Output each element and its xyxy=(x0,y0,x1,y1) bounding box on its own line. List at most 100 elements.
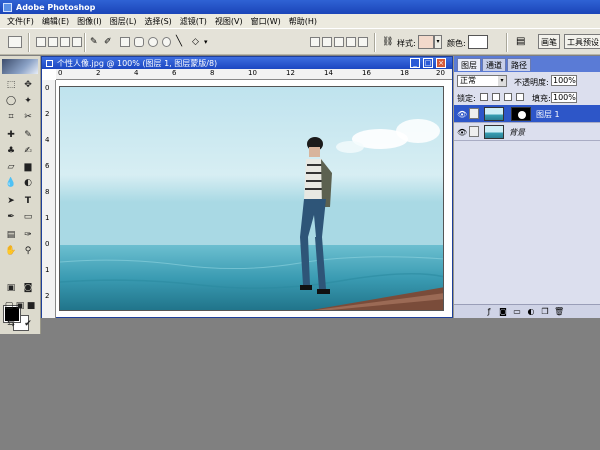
shape-tool-icon[interactable]: ▭ xyxy=(21,210,35,224)
standard-mode-icon[interactable]: ▣ xyxy=(4,281,18,295)
minimize-icon[interactable]: _ xyxy=(410,58,420,68)
rounded-rectangle-icon[interactable] xyxy=(134,37,144,47)
ruler-number: 6 xyxy=(45,162,50,170)
adjustment-layer-icon[interactable]: ◐ xyxy=(526,307,536,317)
ellipse-shape-icon[interactable] xyxy=(148,37,158,47)
blend-mode-select[interactable]: 正常 ▾ xyxy=(457,75,507,87)
clone-stamp-icon[interactable]: ♣ xyxy=(4,144,18,158)
crop-tool-icon[interactable]: ⌗ xyxy=(4,110,18,124)
menu-select[interactable]: 选择(S) xyxy=(140,16,175,27)
palette-well: 画笔 工具预设 xyxy=(534,34,600,49)
tool-preset-picker[interactable] xyxy=(8,36,22,48)
add-mask-icon[interactable]: ◙ xyxy=(498,307,508,317)
layer-row-background[interactable]: 👁 背景 xyxy=(454,123,600,141)
maximize-icon[interactable]: □ xyxy=(423,58,433,68)
menu-view[interactable]: 视图(V) xyxy=(211,16,247,27)
history-brush-icon[interactable]: ✍ xyxy=(21,144,35,158)
line-shape-icon[interactable]: ╲ xyxy=(176,37,186,47)
menu-help[interactable]: 帮助(H) xyxy=(285,16,321,27)
lock-transparency-icon[interactable] xyxy=(480,93,488,101)
hand-tool-icon[interactable]: ✋ xyxy=(4,244,18,258)
document-titlebar[interactable]: 个性人像.jpg @ 100% (图层 1, 图层蒙版/8) xyxy=(42,57,452,69)
options-divider xyxy=(84,33,86,52)
eraser-tool-icon[interactable]: ▱ xyxy=(4,160,18,174)
new-set-icon[interactable]: ▭ xyxy=(512,307,522,317)
tab-paths[interactable]: 路径 xyxy=(507,58,531,71)
tab-layers[interactable]: 图层 xyxy=(457,58,481,71)
brush-tool-icon[interactable]: ✎ xyxy=(21,128,35,142)
rectangle-shape-icon[interactable] xyxy=(120,37,130,47)
portrait-photo xyxy=(60,87,443,310)
marquee-tool-icon[interactable]: ⬚ xyxy=(4,78,18,92)
layer-style-icon[interactable]: ƒ xyxy=(484,307,494,317)
menu-image[interactable]: 图像(I) xyxy=(73,16,106,27)
menu-layer[interactable]: 图层(L) xyxy=(106,16,141,27)
eye-icon[interactable]: 👁 xyxy=(457,128,467,137)
link-icon[interactable]: ⛓ xyxy=(382,37,393,47)
freeform-pen-icon[interactable]: ✐ xyxy=(104,37,114,47)
style-dropdown-icon[interactable]: ▾ xyxy=(434,35,442,49)
shape-combine-exclude-icon[interactable] xyxy=(346,37,356,47)
check-icon[interactable]: ✔ xyxy=(21,317,35,331)
selection-subtract-icon[interactable] xyxy=(60,37,70,47)
canvas-area[interactable] xyxy=(57,81,452,317)
healing-brush-icon[interactable]: ✚ xyxy=(4,128,18,142)
opacity-field[interactable]: 100% xyxy=(551,75,577,86)
move-tool-icon[interactable]: ✥ xyxy=(21,78,35,92)
chevron-down-icon[interactable]: ▾ xyxy=(204,37,214,47)
eyedropper-icon[interactable]: ✑ xyxy=(21,228,35,242)
dodge-tool-icon[interactable]: ◐ xyxy=(21,176,35,190)
fill-label: 填充: xyxy=(532,94,551,103)
new-layer-icon[interactable]: ❐ xyxy=(540,307,550,317)
menu-window[interactable]: 窗口(W) xyxy=(247,16,285,27)
shape-combine-icon[interactable] xyxy=(358,37,368,47)
feather-logo xyxy=(2,59,38,74)
vertical-ruler: 0 2 4 6 8 1 0 1 2 xyxy=(42,80,56,318)
shape-combine-subtract-icon[interactable] xyxy=(322,37,332,47)
menu-edit[interactable]: 编辑(E) xyxy=(38,16,73,27)
tool-presets-tab[interactable]: 工具预设 xyxy=(564,34,600,49)
close-icon[interactable]: × xyxy=(436,58,446,68)
quick-mask-icon[interactable]: ◙ xyxy=(21,281,35,295)
style-swatch[interactable] xyxy=(418,35,434,49)
shape-combine-intersect-icon[interactable] xyxy=(334,37,344,47)
lock-pixels-icon[interactable] xyxy=(492,93,500,101)
color-label: 颜色: xyxy=(447,39,466,48)
zoom-tool-icon[interactable]: ⚲ xyxy=(21,244,35,258)
lock-all-icon[interactable] xyxy=(516,93,524,101)
polygon-shape-icon[interactable] xyxy=(162,37,171,47)
fill-field[interactable]: 100% xyxy=(551,92,577,103)
lasso-tool-icon[interactable]: ◯ xyxy=(4,94,18,108)
pen-tool-icon[interactable]: ✎ xyxy=(90,37,100,47)
trash-icon[interactable]: 🗑 xyxy=(554,307,564,317)
lock-position-icon[interactable] xyxy=(504,93,512,101)
magic-wand-icon[interactable]: ✦ xyxy=(21,94,35,108)
custom-shape-icon[interactable]: ◇ xyxy=(192,37,202,47)
shape-combine-add-icon[interactable] xyxy=(310,37,320,47)
path-selection-icon[interactable]: ➤ xyxy=(4,194,18,208)
app-titlebar: Adobe Photoshop xyxy=(0,0,600,14)
slice-tool-icon[interactable]: ✂ xyxy=(21,110,35,124)
ruler-number: 1 xyxy=(45,266,50,274)
brushes-tab[interactable]: 画笔 xyxy=(538,34,560,49)
gradient-tool-icon[interactable]: ▆ xyxy=(21,160,35,174)
screen-mode-full-icon[interactable]: ■ xyxy=(24,299,38,313)
eye-icon[interactable]: 👁 xyxy=(457,110,467,119)
layer-mask-thumbnail[interactable] xyxy=(511,107,531,121)
palette-icon[interactable]: ▤ xyxy=(516,37,526,47)
menu-file[interactable]: 文件(F) xyxy=(3,16,38,27)
layer-row-layer1[interactable]: 👁 图层 1 xyxy=(454,105,600,123)
tab-channels[interactable]: 通道 xyxy=(482,58,506,71)
selection-intersect-icon[interactable] xyxy=(72,37,82,47)
pen-tool-icon[interactable]: ✒ xyxy=(4,210,18,224)
horizontal-ruler: 0 2 4 6 8 10 12 14 16 18 20 xyxy=(56,69,452,80)
color-swatch[interactable] xyxy=(468,35,488,49)
jump-to-imageready-icon[interactable]: ⇆ xyxy=(4,317,18,331)
type-tool-icon[interactable]: T xyxy=(21,194,35,208)
notes-tool-icon[interactable]: ▤ xyxy=(4,228,18,242)
selection-new-icon[interactable] xyxy=(36,37,46,47)
blur-tool-icon[interactable]: 💧 xyxy=(4,176,18,190)
photo-canvas[interactable] xyxy=(59,86,444,311)
selection-add-icon[interactable] xyxy=(48,37,58,47)
menu-filter[interactable]: 滤镜(T) xyxy=(176,16,211,27)
